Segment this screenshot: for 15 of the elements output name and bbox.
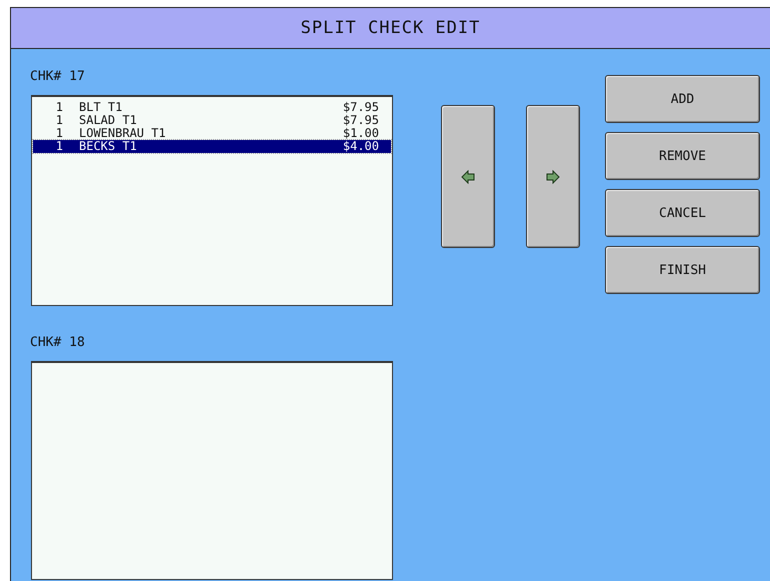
move-button[interactable] (441, 105, 495, 248)
list-item[interactable]: 1 LOWENBRAU T1 $1.00 (33, 127, 391, 140)
check-label: CHK# 18 (30, 335, 85, 351)
list-item[interactable]: 1 BECKS T1 $4.00 (33, 140, 391, 153)
action-button[interactable]: REMOVE (605, 132, 760, 180)
arrow-icon (546, 170, 560, 184)
window-title: SPLIT CHECK EDIT (300, 17, 482, 40)
check-label: CHK# 17 (30, 69, 85, 85)
move-button[interactable] (526, 105, 580, 248)
arrow-icon (461, 170, 475, 184)
list-item[interactable]: 1 BLT T1 $7.95 (33, 101, 391, 114)
action-button[interactable]: CANCEL (605, 189, 760, 237)
action-button[interactable]: ADD (605, 75, 760, 123)
list-item[interactable]: 1 SALAD T1 $7.95 (33, 114, 391, 127)
action-button[interactable]: FINISH (605, 246, 760, 294)
